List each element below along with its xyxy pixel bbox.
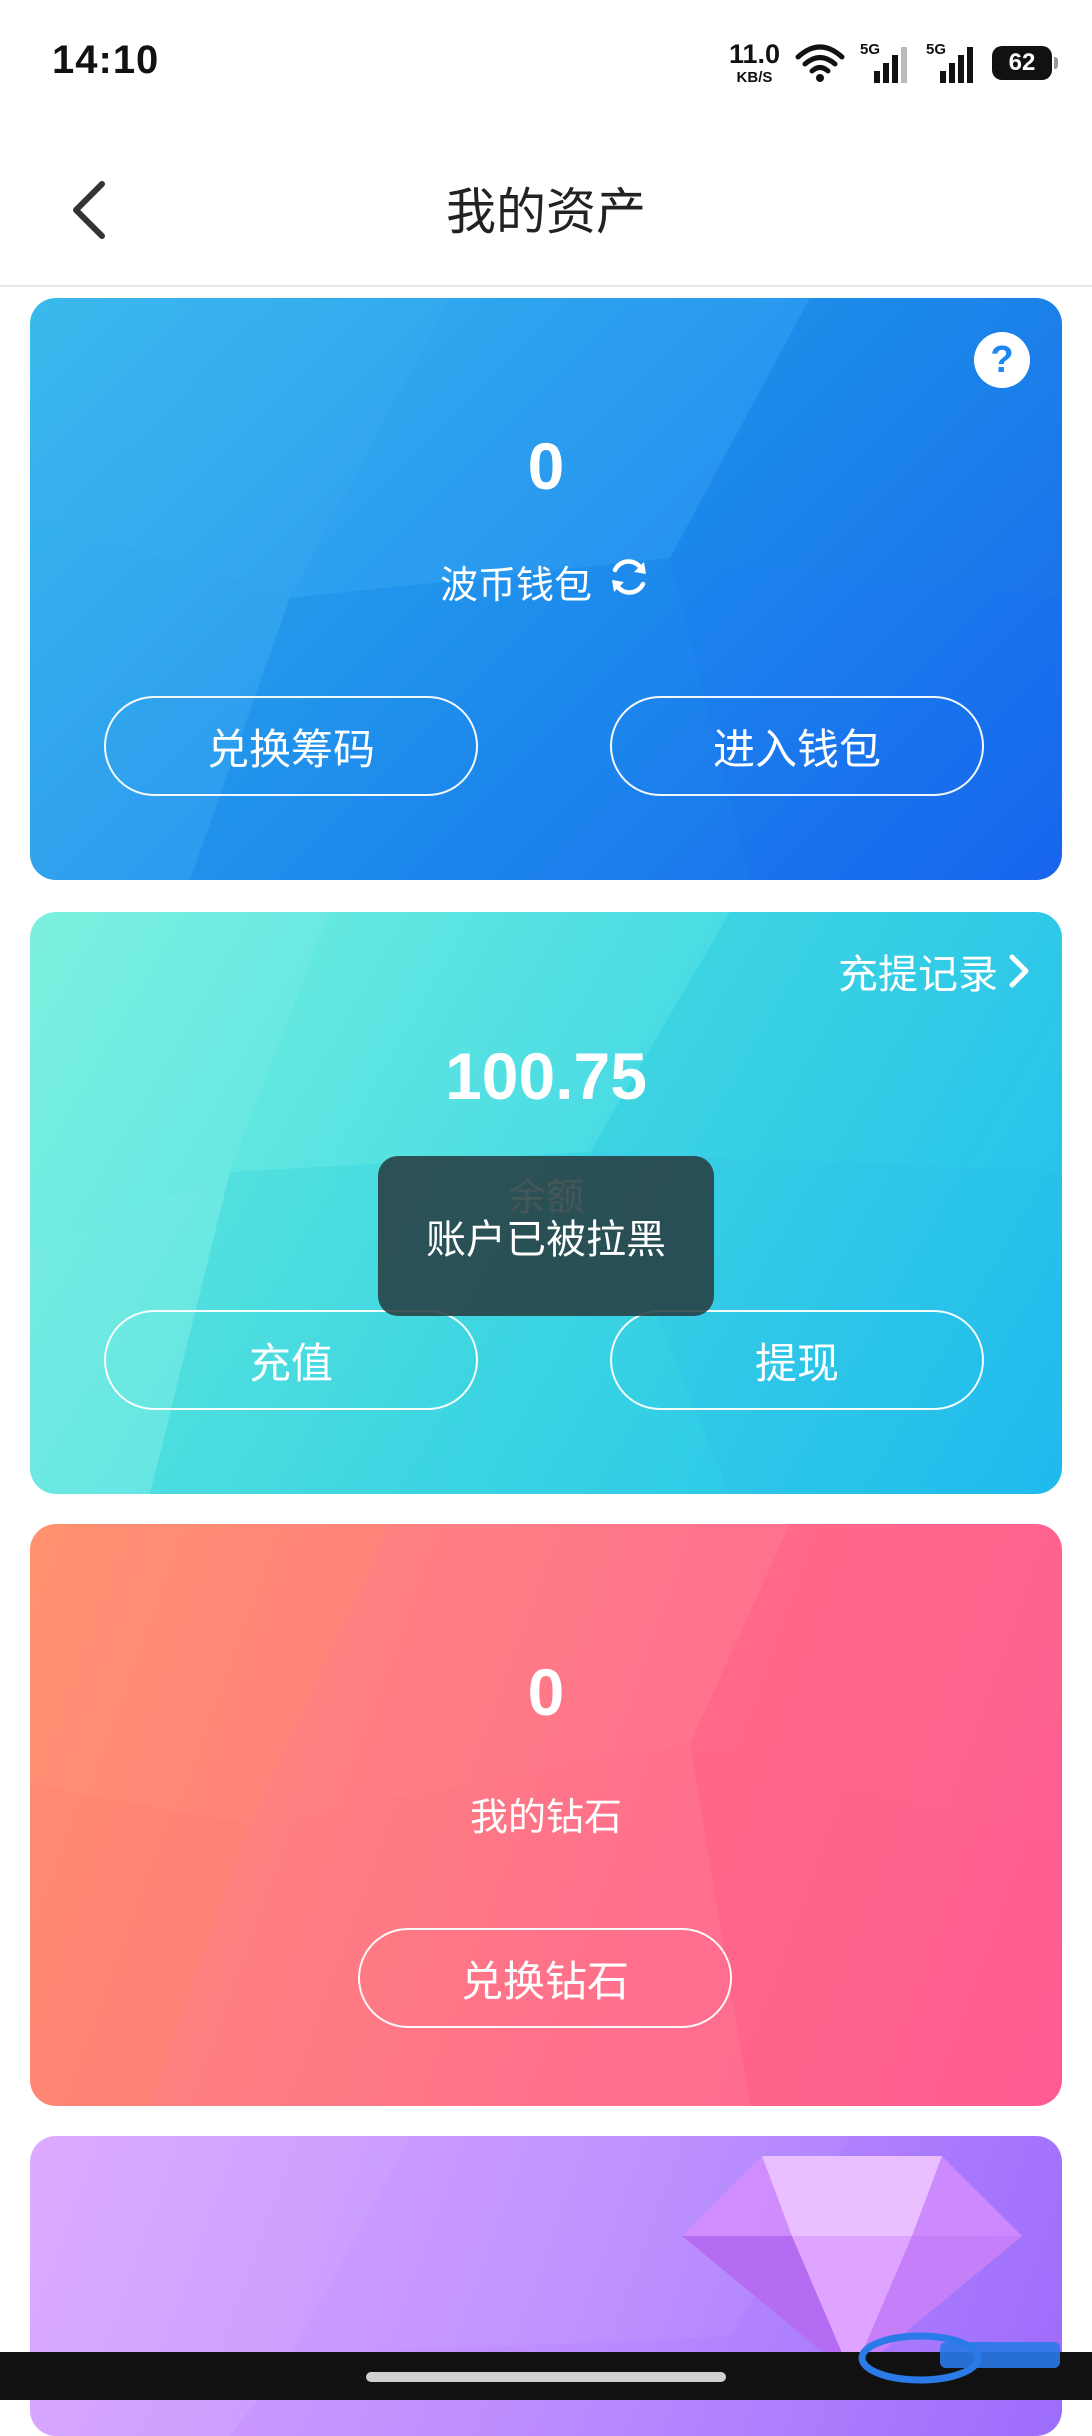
toast-message: 账户已被拉黑: [378, 1156, 714, 1316]
wallet-label-row: 波币钱包: [30, 554, 1062, 609]
wallet-label: 波币钱包: [439, 563, 592, 607]
refresh-icon[interactable]: [606, 554, 652, 609]
exchange-diamonds-button[interactable]: 兑换钻石: [358, 1928, 732, 2028]
battery-icon: 62: [992, 46, 1058, 80]
status-bar: 14:10 11.0 KB/S 5G 5G 62: [0, 0, 1092, 130]
net-speed-value: 11.0: [728, 39, 780, 69]
status-icons: 11.0 KB/S 5G 5G 62: [728, 38, 1058, 88]
chevron-right-icon: [1009, 954, 1029, 988]
help-icon[interactable]: ?: [974, 332, 1030, 388]
signal-sim1-icon: 5G: [860, 41, 912, 85]
diamond-label: 我的钻石: [469, 1795, 622, 1839]
home-indicator[interactable]: [366, 2372, 726, 2382]
top-nav-bar: 我的资产: [0, 130, 1092, 287]
wallet-card: ? 0 波币钱包 兑换筹码 进入钱包: [30, 298, 1062, 880]
watermark-logo-icon: [858, 2332, 1060, 2384]
net-speed-unit: KB/S: [736, 69, 773, 86]
records-link-label: 充提记录: [838, 952, 998, 998]
diamond-card: 0 我的钻石 兑换钻石: [30, 1524, 1062, 2106]
balance-amount: 100.75: [445, 1039, 647, 1113]
status-time: 14:10: [52, 38, 160, 82]
recharge-button[interactable]: 充值: [104, 1310, 478, 1410]
diamond-amount: 0: [527, 1655, 565, 1729]
enter-wallet-button[interactable]: 进入钱包: [610, 696, 984, 796]
signal-sim2-icon: 5G: [926, 41, 978, 85]
recharge-withdraw-records-link[interactable]: 充提记录: [838, 942, 1032, 1000]
wifi-icon: [794, 43, 846, 83]
page-title: 我的资产: [446, 183, 646, 241]
net-speed: 11.0 KB/S: [728, 39, 780, 86]
withdraw-button[interactable]: 提现: [610, 1310, 984, 1410]
wallet-amount: 0: [527, 429, 565, 503]
exchange-chips-button[interactable]: 兑换筹码: [104, 696, 478, 796]
